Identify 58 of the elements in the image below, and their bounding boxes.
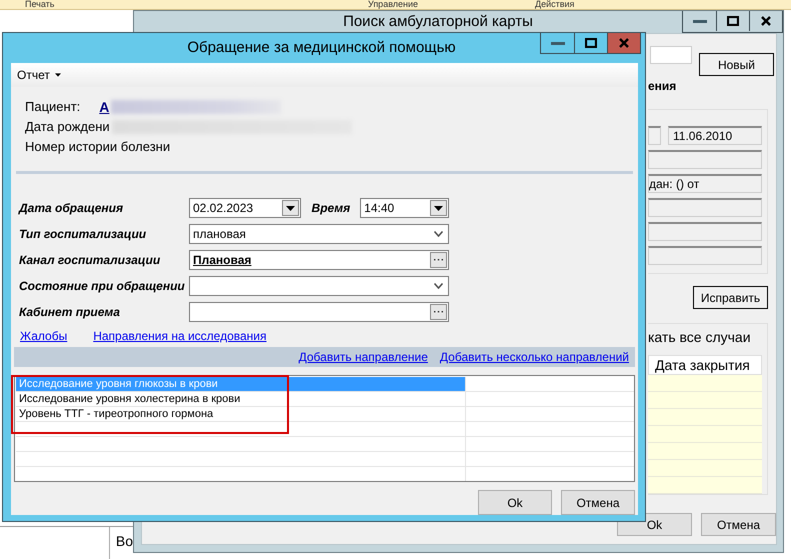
- minimize-icon: [550, 42, 564, 44]
- input-field[interactable]: [650, 46, 692, 64]
- column-header: Действия: [535, 0, 574, 9]
- section-label: ения: [648, 79, 676, 93]
- column-header: Управление: [368, 0, 418, 9]
- dialog-title: Обращение за медицинской помощью: [186, 38, 457, 58]
- ellipsis-icon: [434, 259, 443, 262]
- checkbox-label: кать все случаи: [648, 328, 752, 345]
- input-field[interactable]: [648, 198, 762, 217]
- chevron-down-icon: [434, 283, 443, 290]
- issued-field[interactable]: дан: () от: [648, 174, 762, 193]
- patient-name-link[interactable]: А: [99, 96, 110, 117]
- link[interactable]: Добавить несколько направлений: [440, 350, 629, 364]
- dropdown-arrow-icon: [286, 206, 295, 211]
- menu-item[interactable]: Отчет: [15, 68, 63, 82]
- maximize-icon: [727, 16, 739, 26]
- dropdown-field[interactable]: плановая: [189, 224, 449, 244]
- birth-date-label: Дата рождени: [25, 118, 110, 136]
- column-header: Печать: [25, 0, 54, 9]
- input-field[interactable]: [648, 126, 661, 145]
- table-cell[interactable]: Уровень ТТГ - тиреотропного гормона: [16, 407, 466, 422]
- date-field[interactable]: 11.06.2010: [668, 126, 762, 145]
- history-number-label: Номер истории болезни: [25, 138, 170, 156]
- link[interactable]: Добавить направление: [298, 350, 428, 364]
- link[interactable]: Жалобы: [20, 328, 68, 344]
- lookup-field[interactable]: Плановая: [189, 250, 449, 270]
- maximize-icon: [585, 38, 597, 48]
- field-label: Состояние при обращении: [19, 278, 186, 296]
- column-header: Дата закрытия: [648, 355, 762, 375]
- new-button[interactable]: Новый: [699, 53, 774, 76]
- close-icon: [761, 16, 771, 26]
- minimize-icon: [692, 20, 706, 22]
- caret-icon: [54, 72, 61, 77]
- close-icon: [619, 38, 629, 48]
- dropdown-arrow-icon: [434, 206, 443, 211]
- cancel-button[interactable]: Отмена: [561, 490, 635, 515]
- field-label: Тип госпитализации: [19, 226, 148, 244]
- table-cell[interactable]: Исследование уровня холестерина в крови: [16, 392, 466, 406]
- field-label: Дата обращения: [19, 200, 124, 218]
- window-title: Поиск амбулаторной карты: [342, 12, 534, 32]
- table-cell-text: Во: [114, 532, 133, 551]
- ok-button[interactable]: Ok: [478, 490, 552, 515]
- input-field[interactable]: [648, 246, 762, 265]
- link[interactable]: Направления на исследования: [93, 328, 266, 344]
- lookup-field[interactable]: [189, 302, 449, 322]
- field-label: Кабинет приема: [19, 304, 121, 322]
- field-label: Канал госпитализации: [19, 252, 162, 270]
- edit-button[interactable]: Исправить: [693, 286, 768, 309]
- patient-label: Пациент:: [25, 98, 80, 116]
- input-field[interactable]: [648, 150, 762, 169]
- date-field[interactable]: 02.02.2023: [189, 198, 301, 218]
- time-field[interactable]: 14:40: [360, 198, 449, 218]
- input-field[interactable]: [648, 222, 762, 241]
- dropdown-field[interactable]: [189, 276, 449, 296]
- ellipsis-icon: [434, 311, 443, 314]
- cancel-button[interactable]: Отмена: [701, 513, 776, 536]
- field-label: Время: [312, 200, 350, 218]
- chevron-down-icon: [434, 231, 443, 238]
